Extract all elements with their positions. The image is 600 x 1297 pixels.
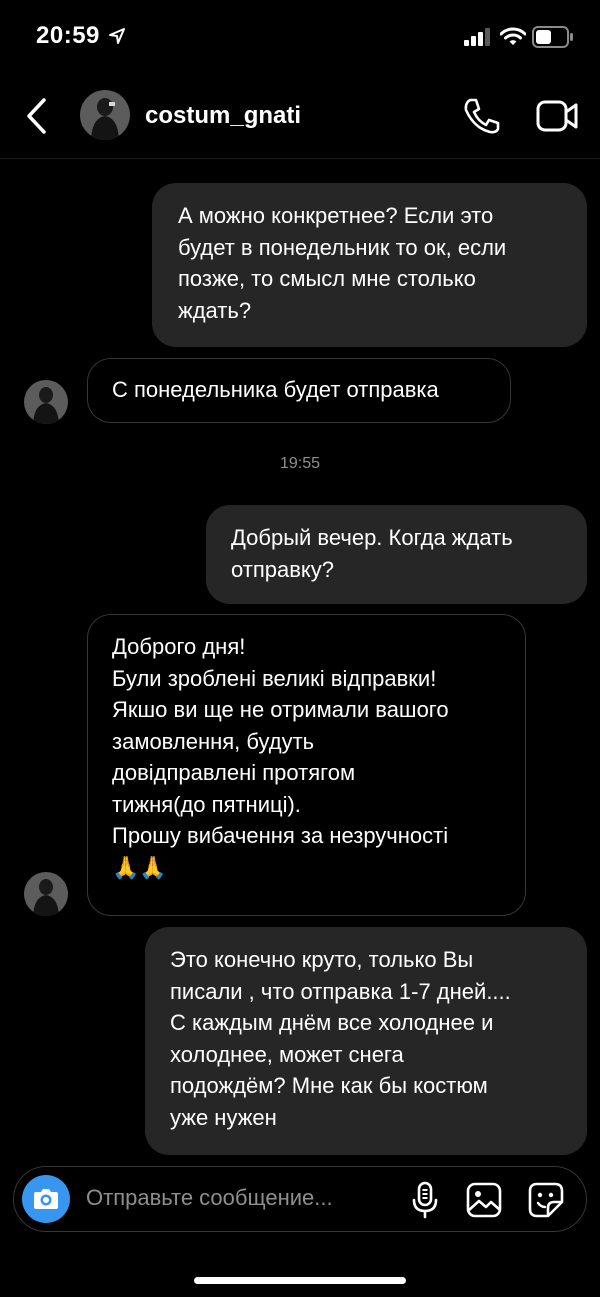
avatar[interactable] [24,380,68,424]
message-input[interactable]: Отправьте сообщение... [86,1185,333,1211]
chat-header: costum_gnati [0,78,600,159]
message-bubble-sent[interactable]: Это конечно круто, только Вы писали , чт… [145,927,587,1155]
message-line: позже, то смысл мне столько [178,266,476,291]
message-bubble-sent[interactable]: Добрый вечер. Когда ждать отправку? [206,505,587,604]
message-line: тижня(до пятниці). [112,791,301,817]
message-line: Это конечно круто, только Вы [170,947,474,972]
camera-button[interactable] [22,1175,70,1223]
message-line: Прошу вибачення за незручності [112,823,449,848]
contact-username[interactable]: costum_gnati [145,102,301,130]
message-line: писали , что отправка 1-7 дней.... [170,978,511,1004]
message-line: Доброго дня! [112,634,246,659]
phone-icon[interactable] [462,96,500,136]
home-indicator[interactable] [194,1277,406,1284]
sticker-icon[interactable] [528,1182,564,1218]
battery-icon [532,26,573,48]
message-line: С понедельника будет отправка [112,377,439,402]
status-bar: 20:59 [0,0,600,78]
message-bubble-received[interactable]: С понедельника будет отправка [87,358,511,423]
message-line: будет в понедельник то ок, если [178,234,507,260]
message-line: С каждым днём все холоднее и [170,1010,494,1035]
message-bubble-received[interactable]: Доброго дня! Були зроблені великі відпра… [87,614,526,916]
avatar[interactable] [80,90,130,140]
message-line: уже нужен [170,1104,277,1130]
video-icon[interactable] [536,98,578,134]
message-line: подождём? Мне как бы костюм [170,1073,488,1098]
message-bubble-sent[interactable]: А можно конкретнее? Если это будет в пон… [152,183,587,347]
avatar[interactable] [24,872,68,916]
message-line: отправку? [231,556,335,582]
message-line: замовлення, будуть [112,728,315,754]
message-line: холоднее, может снега [170,1041,404,1067]
message-line: 🙏🙏 [112,854,167,880]
message-line: Добрый вечер. Когда ждать [231,525,513,550]
message-composer: Отправьте сообщение... [13,1166,587,1232]
back-icon[interactable] [22,96,52,136]
message-line: А можно конкретнее? Если это [178,203,494,228]
message-line: довідправлені протягом [112,760,356,785]
location-arrow-icon [109,28,125,44]
gallery-icon[interactable] [466,1182,502,1218]
message-line: Якшо ви ще не отримали вашого [112,697,449,722]
message-line: ждать? [178,297,252,323]
status-time: 20:59 [36,22,100,49]
signal-icon [464,28,490,46]
wifi-icon [500,27,526,45]
message-timestamp: 19:55 [279,455,321,472]
message-line: Були зроблені великі відправки! [112,665,437,691]
camera-icon [34,1189,58,1209]
microphone-icon[interactable] [412,1181,438,1219]
